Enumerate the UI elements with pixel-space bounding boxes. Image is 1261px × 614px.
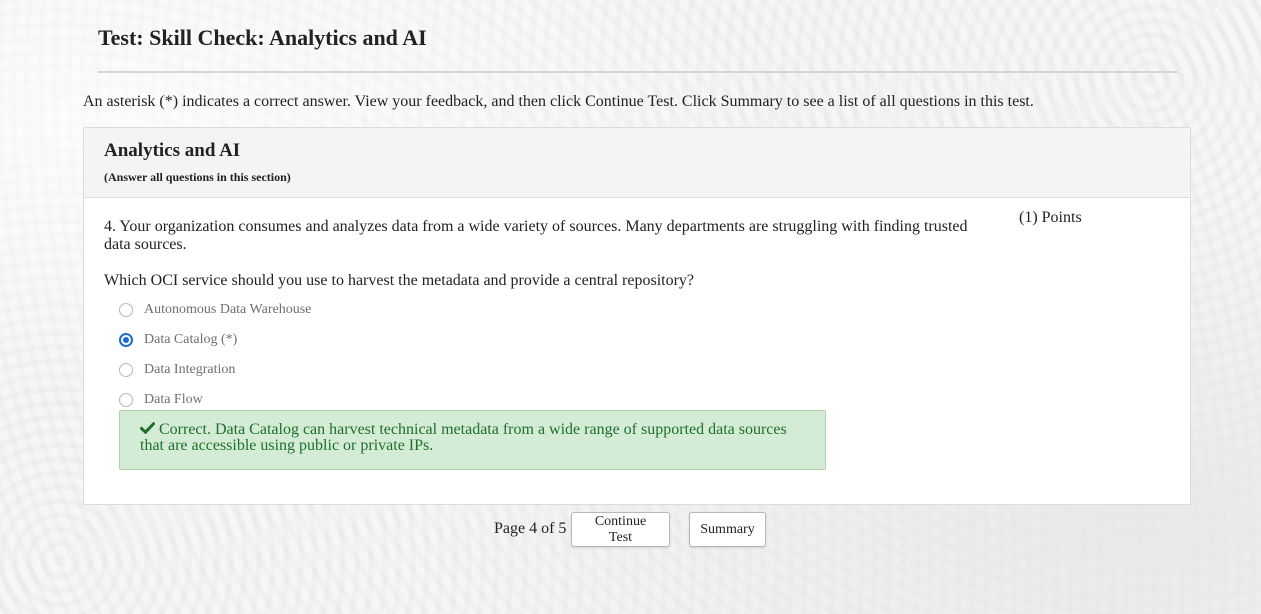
answer-option[interactable]: Data Flow (119, 390, 203, 410)
answer-option-label: Autonomous Data Warehouse (144, 302, 312, 317)
radio-button[interactable] (119, 363, 133, 377)
answer-option-label: Data Flow (144, 392, 203, 407)
instructions-text: An asterisk (*) indicates a correct answ… (83, 93, 1034, 110)
question-points: (1) Points (1019, 209, 1082, 226)
page-title: Test: Skill Check: Analytics and AI (98, 25, 427, 50)
pagination-label: Page 4 of 5 (494, 520, 567, 537)
continue-test-button[interactable]: Continue Test (571, 512, 670, 547)
feedback-text: Correct. Data Catalog can harvest techni… (140, 421, 787, 454)
question-prompt: Which OCI service should you use to harv… (104, 272, 695, 289)
answer-option-selected[interactable]: Data Catalog (*) (119, 330, 237, 350)
answer-option-label: Data Catalog (*) (144, 332, 238, 347)
answer-option[interactable]: Data Integration (119, 360, 235, 380)
check-icon (140, 422, 155, 434)
section-header: Analytics and AI (Answer all questions i… (84, 128, 1190, 198)
feedback-message: Correct. Data Catalog can harvest techni… (119, 410, 826, 470)
section-subtitle: (Answer all questions in this section) (104, 170, 291, 184)
question-text: 4. Your organization consumes and analyz… (104, 218, 968, 253)
question-section-card: Analytics and AI (Answer all questions i… (83, 127, 1191, 505)
section-title: Analytics and AI (104, 140, 241, 161)
answer-option[interactable]: Autonomous Data Warehouse (119, 300, 311, 320)
summary-button[interactable]: Summary (689, 512, 766, 547)
title-divider (98, 71, 1178, 73)
radio-button[interactable] (119, 393, 133, 407)
radio-button[interactable] (119, 303, 133, 317)
answer-option-label: Data Integration (144, 362, 236, 377)
radio-button-selected[interactable] (119, 333, 133, 347)
